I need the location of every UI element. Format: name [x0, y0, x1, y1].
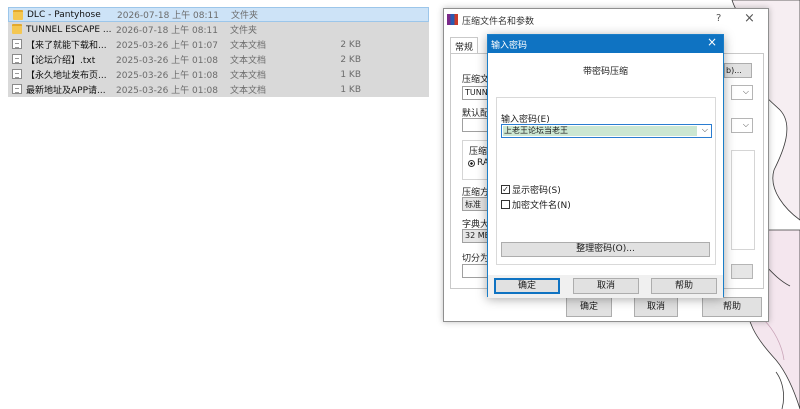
archive-name-label: 压缩文 — [462, 75, 490, 85]
file-row-4[interactable]: 【论坛介绍】.txt 2025-03-26 上午 01:08 文本文档 2 KB — [8, 52, 429, 67]
file-size: 1 KB — [340, 84, 361, 95]
file-type: 文本文档 — [230, 86, 267, 96]
chevron-down-icon: ⌵ — [742, 120, 749, 129]
file-type: 文本文档 — [230, 41, 267, 51]
tab-general[interactable]: 常规 — [450, 37, 479, 54]
password-input[interactable]: 上老王论坛当老王 — [503, 126, 697, 136]
file-date: 2025-03-26 上午 01:08 — [116, 86, 218, 96]
archive-dialog-titlebar[interactable]: 压缩文件名和参数 ? × — [444, 9, 768, 31]
folder-icon — [12, 24, 22, 34]
file-name: DLC - Pantyhose — [27, 9, 101, 20]
help-icon[interactable]: ? — [716, 13, 721, 24]
file-row-6[interactable]: 最新地址及APP请... 2025-03-26 上午 01:08 文本文档 1 … — [8, 82, 429, 97]
file-type: 文件夹 — [230, 26, 258, 36]
file-row-3[interactable]: 【来了就能下载和... 2025-03-26 上午 01:07 文本文档 2 K… — [8, 37, 429, 52]
password-cancel-button[interactable]: 取消 — [573, 278, 639, 294]
checkbox-checked-icon: ✓ — [501, 185, 510, 194]
close-icon[interactable]: × — [707, 35, 717, 49]
file-list: DLC - Pantyhose 2026-07-18 上午 08:11 文件夹 … — [8, 7, 429, 97]
file-size: 2 KB — [340, 54, 361, 65]
checkbox-unchecked-icon — [501, 200, 510, 209]
file-row-1[interactable]: DLC - Pantyhose 2026-07-18 上午 08:11 文件夹 — [8, 7, 429, 22]
password-heading: 带密码压缩 — [582, 67, 628, 77]
winrar-icon — [447, 14, 458, 25]
file-date: 2025-03-26 上午 01:08 — [116, 56, 218, 66]
encrypt-filenames-label: 加密文件名(N) — [512, 201, 571, 211]
archive-help-button[interactable]: 帮助 — [702, 297, 762, 317]
text-file-icon — [12, 39, 22, 49]
file-name: TUNNEL ESCAPE ... — [26, 24, 112, 35]
file-type: 文本文档 — [230, 56, 267, 66]
file-name: 【来了就能下载和... — [26, 41, 107, 51]
folder-icon — [13, 10, 23, 20]
file-date: 2026-07-18 上午 08:11 — [116, 26, 218, 36]
password-dialog-footer: 确定 取消 帮助 — [488, 275, 723, 298]
file-size: 2 KB — [340, 39, 361, 50]
radio-selected-icon — [468, 159, 475, 167]
text-file-icon — [12, 54, 22, 64]
file-size: 1 KB — [340, 69, 361, 80]
password-combo[interactable]: 上老王论坛当老王 ⌵ — [501, 124, 712, 138]
text-file-icon — [12, 69, 22, 79]
format-label: 压缩 — [469, 147, 488, 157]
split-unit-select[interactable] — [731, 264, 753, 279]
file-name: 【论坛介绍】.txt — [26, 56, 96, 66]
show-password-label: 显示密码(S) — [512, 186, 561, 196]
manage-passwords-button[interactable]: 整理密码(O)... — [501, 242, 710, 257]
close-icon[interactable]: × — [744, 11, 755, 26]
file-date: 2025-03-26 上午 01:07 — [116, 41, 218, 51]
password-dialog-title: 输入密码 — [491, 41, 528, 51]
file-row-5[interactable]: 【永久地址发布页... 2025-03-26 上午 01:08 文本文档 1 K… — [8, 67, 429, 82]
update-mode-dropdown[interactable]: ⌵ — [731, 118, 753, 133]
archive-ok-button[interactable]: 确定 — [566, 297, 612, 317]
file-name: 最新地址及APP请... — [26, 86, 106, 96]
password-ok-button[interactable]: 确定 — [494, 278, 560, 294]
file-date: 2026-07-18 上午 08:11 — [117, 11, 219, 21]
encrypt-filenames-checkbox[interactable]: 加密文件名(N) — [501, 198, 571, 211]
format-rar-radio[interactable]: RA — [468, 158, 489, 168]
chevron-down-icon: ⌵ — [742, 87, 749, 96]
file-name: 【永久地址发布页... — [26, 71, 107, 81]
browse-button[interactable]: b)... — [724, 63, 752, 78]
password-dialog-titlebar[interactable]: 输入密码 × — [488, 35, 723, 53]
password-help-button[interactable]: 帮助 — [651, 278, 717, 294]
chevron-down-icon[interactable]: ⌵ — [702, 125, 708, 135]
archive-cancel-button[interactable]: 取消 — [634, 297, 678, 317]
text-file-icon — [12, 84, 22, 94]
archive-name-dropdown[interactable]: ⌵ — [731, 85, 753, 100]
file-type: 文本文档 — [230, 71, 267, 81]
split-label: 切分为 — [462, 254, 490, 264]
file-row-2[interactable]: TUNNEL ESCAPE ... 2026-07-18 上午 08:11 文件… — [8, 22, 429, 37]
password-dialog: 输入密码 × 带密码压缩 输入密码(E) 上老王论坛当老王 ⌵ ✓ 显示密码(S… — [487, 34, 724, 298]
file-date: 2025-03-26 上午 01:08 — [116, 71, 218, 81]
archive-dialog-title: 压缩文件名和参数 — [462, 17, 535, 27]
options-group — [731, 150, 755, 250]
show-password-checkbox[interactable]: ✓ 显示密码(S) — [501, 183, 561, 196]
file-type: 文件夹 — [231, 11, 259, 21]
